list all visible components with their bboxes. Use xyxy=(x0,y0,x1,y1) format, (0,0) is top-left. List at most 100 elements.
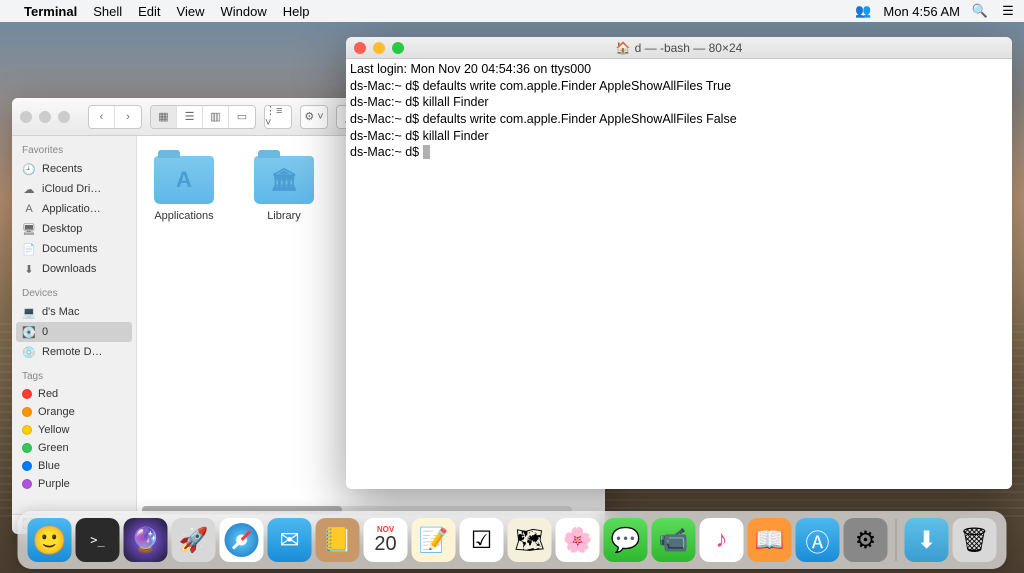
dock-finder[interactable]: 🙂 xyxy=(28,518,72,562)
dock-facetime[interactable]: 📹 xyxy=(652,518,696,562)
terminal-title: d — -bash — 80×24 xyxy=(635,41,743,55)
sidebar-item-applications[interactable]: AApplicatio… xyxy=(12,199,136,219)
remote-disc-icon: 💿 xyxy=(22,345,36,359)
menubar-clock[interactable]: Mon 4:56 AM xyxy=(883,4,960,19)
tag-dot-icon xyxy=(22,479,32,489)
dock-system-preferences[interactable]: ⚙ xyxy=(844,518,888,562)
devices-header: Devices xyxy=(12,285,136,302)
folder-label: Applications xyxy=(154,210,213,222)
terminal-titlebar[interactable]: 🏠 d — -bash — 80×24 xyxy=(346,37,1012,59)
dock-itunes[interactable]: ♪ xyxy=(700,518,744,562)
menu-view[interactable]: View xyxy=(177,4,205,19)
tag-dot-icon xyxy=(22,425,32,435)
document-icon: 📄 xyxy=(22,242,36,256)
menu-window[interactable]: Window xyxy=(221,4,267,19)
action-button[interactable]: ⚙ ˅ xyxy=(301,106,327,128)
tag-dot-icon xyxy=(22,461,32,471)
menubar: Terminal Shell Edit View Window Help 👥 M… xyxy=(0,0,1024,22)
minimize-button[interactable] xyxy=(373,42,385,54)
tag-blue[interactable]: Blue xyxy=(12,457,136,475)
terminal-line: ds-Mac:~ d$ killall Finder xyxy=(350,95,489,109)
dock-mail[interactable]: ✉ xyxy=(268,518,312,562)
clock-icon: 🕘 xyxy=(22,162,36,176)
arrange-group: ⋮≡ ˅ xyxy=(264,105,292,129)
folder-icon: A xyxy=(154,156,214,204)
sidebar-item-documents[interactable]: 📄Documents xyxy=(12,239,136,259)
favorites-header: Favorites xyxy=(12,142,136,159)
terminal-line: ds-Mac:~ d$ defaults write com.apple.Fin… xyxy=(350,112,737,126)
minimize-button[interactable] xyxy=(39,111,51,123)
disk-icon: 💽 xyxy=(22,325,36,339)
folder-library[interactable]: 🏛 Library xyxy=(249,156,319,222)
fast-user-switch-icon[interactable]: 👥 xyxy=(855,3,871,19)
terminal-line: ds-Mac:~ d$ defaults write com.apple.Fin… xyxy=(350,79,731,93)
compass-icon xyxy=(225,523,259,557)
maximize-button[interactable] xyxy=(58,111,70,123)
sidebar-item-icloud[interactable]: ☁iCloud Dri… xyxy=(12,179,136,199)
finder-traffic-lights xyxy=(20,111,80,123)
desktop-icon: 🖥 xyxy=(22,222,36,236)
sidebar-item-desktop[interactable]: 🖥Desktop xyxy=(12,219,136,239)
folder-applications[interactable]: A Applications xyxy=(149,156,219,222)
terminal-body[interactable]: Last login: Mon Nov 20 04:54:36 on ttys0… xyxy=(346,59,1012,489)
sidebar-item-mac[interactable]: 💻d's Mac xyxy=(12,302,136,322)
app-menu-name[interactable]: Terminal xyxy=(24,4,77,19)
dock-terminal[interactable]: >_ xyxy=(76,518,120,562)
dock-notes[interactable]: 📝 xyxy=(412,518,456,562)
dock-photos[interactable]: 🌸 xyxy=(556,518,600,562)
sidebar-item-remote-disc[interactable]: 💿Remote D… xyxy=(12,342,136,362)
tag-green[interactable]: Green xyxy=(12,439,136,457)
dock-separator xyxy=(896,519,897,561)
close-button[interactable] xyxy=(20,111,32,123)
nav-buttons: ‹ › xyxy=(88,105,142,129)
dock-trash[interactable]: 🗑 xyxy=(953,518,997,562)
cursor-icon xyxy=(423,145,430,159)
dock-launchpad[interactable]: 🚀 xyxy=(172,518,216,562)
action-group: ⚙ ˅ xyxy=(300,105,328,129)
spotlight-icon[interactable]: 🔍 xyxy=(972,3,988,19)
terminal-line: Last login: Mon Nov 20 04:54:36 on ttys0… xyxy=(350,62,591,76)
dock-ibooks[interactable]: 📖 xyxy=(748,518,792,562)
terminal-prompt: ds-Mac:~ d$ xyxy=(350,145,423,159)
terminal-traffic-lights xyxy=(354,42,414,54)
sidebar-item-disk-0[interactable]: 💽0 xyxy=(16,322,132,342)
dock-contacts[interactable]: 📒 xyxy=(316,518,360,562)
dock-reminders[interactable]: ☑ xyxy=(460,518,504,562)
dock-calendar[interactable]: NOV20 xyxy=(364,518,408,562)
notification-center-icon[interactable]: ☰ xyxy=(1000,3,1016,19)
menu-edit[interactable]: Edit xyxy=(138,4,160,19)
sidebar-item-downloads[interactable]: ⬇Downloads xyxy=(12,259,136,279)
dock-appstore[interactable]: Ⓐ xyxy=(796,518,840,562)
tag-dot-icon xyxy=(22,389,32,399)
finder-sidebar: Favorites 🕘Recents ☁iCloud Dri… AApplica… xyxy=(12,136,137,514)
forward-button[interactable]: › xyxy=(115,106,141,128)
folder-icon: 🏛 xyxy=(254,156,314,204)
home-icon: 🏠 xyxy=(616,41,631,55)
icon-view-button[interactable]: ▦ xyxy=(151,106,177,128)
sidebar-item-recents[interactable]: 🕘Recents xyxy=(12,159,136,179)
close-button[interactable] xyxy=(354,42,366,54)
list-view-button[interactable]: ☰ xyxy=(177,106,203,128)
tag-yellow[interactable]: Yellow xyxy=(12,421,136,439)
back-button[interactable]: ‹ xyxy=(89,106,115,128)
computer-icon: 💻 xyxy=(22,305,36,319)
dock-maps[interactable]: 🗺 xyxy=(508,518,552,562)
tag-purple[interactable]: Purple xyxy=(12,475,136,493)
applications-icon: A xyxy=(22,202,36,216)
menu-help[interactable]: Help xyxy=(283,4,310,19)
folder-label: Library xyxy=(267,210,301,222)
maximize-button[interactable] xyxy=(392,42,404,54)
tag-dot-icon xyxy=(22,407,32,417)
tag-orange[interactable]: Orange xyxy=(12,403,136,421)
menu-shell[interactable]: Shell xyxy=(93,4,122,19)
download-icon: ⬇ xyxy=(22,262,36,276)
gallery-view-button[interactable]: ▭ xyxy=(229,106,255,128)
dock-downloads[interactable]: ⬇ xyxy=(905,518,949,562)
tag-red[interactable]: Red xyxy=(12,385,136,403)
arrange-button[interactable]: ⋮≡ ˅ xyxy=(265,106,291,128)
dock-siri[interactable]: 🔮 xyxy=(124,518,168,562)
dock-messages[interactable]: 💬 xyxy=(604,518,648,562)
tags-header: Tags xyxy=(12,368,136,385)
dock-safari[interactable] xyxy=(220,518,264,562)
column-view-button[interactable]: ▥ xyxy=(203,106,229,128)
